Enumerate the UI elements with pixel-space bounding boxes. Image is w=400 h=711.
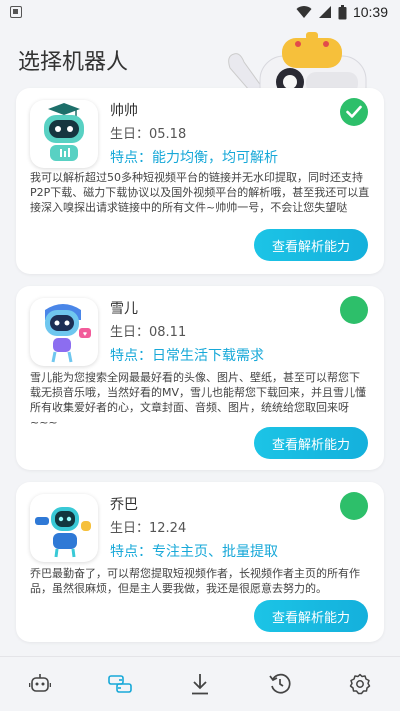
- bot-birthday: 生日：05.18: [110, 127, 187, 142]
- status-dot: [340, 492, 368, 520]
- history-icon: [269, 673, 291, 694]
- bot-feature: 特点：能力均衡，均可解析: [110, 150, 278, 166]
- battery-icon: [338, 4, 347, 19]
- bot-name: 帅帅: [110, 103, 138, 119]
- gear-icon: [349, 673, 371, 695]
- app-notification-icon: [10, 6, 22, 18]
- nav-link[interactable]: [100, 664, 140, 704]
- robot-girl-icon: ♥: [45, 304, 91, 363]
- bot-card-xueer[interactable]: ♥ 雪儿 生日：08.11 特点：日常生活下载需求 雪儿能为您搜索全网最最好看的…: [16, 286, 384, 470]
- bot-feature: 特点：专注主页、批量提取: [110, 544, 278, 560]
- selected-check-icon: [340, 98, 368, 126]
- bot-card-shuaishuai[interactable]: 帅帅 生日：05.18 特点：能力均衡，均可解析 我可以解析超过50多种短视频平…: [16, 88, 384, 274]
- status-time: 10:39: [352, 4, 388, 20]
- bot-description: 乔巴最勤奋了，可以帮您提取短视频作者，长视频作者主页的所有作品，虽然很麻烦，但是…: [30, 567, 360, 595]
- nav-robot[interactable]: [20, 664, 60, 704]
- bot-feature: 特点：日常生活下载需求: [110, 348, 264, 364]
- signal-icon: [318, 6, 331, 18]
- bottom-nav: [0, 656, 400, 711]
- view-parse-ability-button[interactable]: 查看解析能力: [254, 427, 368, 459]
- bot-avatar: [30, 494, 98, 562]
- nav-settings[interactable]: [340, 664, 380, 704]
- status-bar: 10:39: [0, 0, 400, 24]
- robot-graduate-icon: [44, 103, 84, 161]
- bot-description: 我可以解析超过50多种短视频平台的链接并无水印提取，同时还支持P2P下载、磁力下…: [30, 171, 370, 214]
- bot-avatar: [30, 100, 98, 168]
- nav-download[interactable]: [180, 664, 220, 704]
- bot-birthday: 生日：08.11: [110, 325, 187, 340]
- bot-birthday: 生日：12.24: [110, 521, 187, 536]
- link-icon: [108, 675, 132, 693]
- bot-description: 雪儿能为您搜索全网最最好看的头像、图片、壁纸，甚至可以帮您下载无损音乐哦，当然好…: [30, 371, 367, 429]
- bot-avatar: ♥: [30, 298, 98, 366]
- download-icon: [192, 674, 208, 695]
- bot-name: 乔巴: [110, 497, 138, 513]
- page-title: 选择机器人: [18, 50, 129, 75]
- bot-card-qiaoba[interactable]: 乔巴 生日：12.24 特点：专注主页、批量提取 乔巴最勤奋了，可以帮您提取短视…: [16, 482, 384, 642]
- svg-text:♥: ♥: [83, 331, 87, 338]
- bot-name: 雪儿: [110, 301, 138, 317]
- view-parse-ability-button[interactable]: 查看解析能力: [254, 600, 368, 632]
- robot-icon: [29, 674, 51, 692]
- status-dot: [340, 296, 368, 324]
- wifi-icon: [296, 6, 312, 19]
- robot-blue-icon: [35, 507, 91, 558]
- view-parse-ability-button[interactable]: 查看解析能力: [254, 229, 368, 261]
- nav-history[interactable]: [260, 664, 300, 704]
